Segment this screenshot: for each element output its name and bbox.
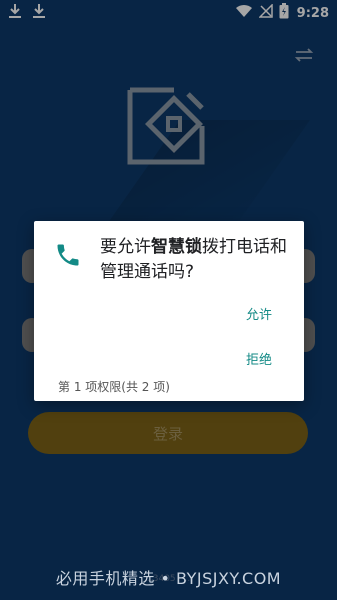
dialog-app-name: 智慧锁 (151, 237, 202, 257)
dialog-message-prefix: 要允许 (100, 237, 151, 257)
dialog-message: 要允许智慧锁拨打电话和管理通话吗? (100, 235, 296, 285)
deny-button[interactable]: 拒绝 (246, 349, 272, 368)
permission-dialog: 要允许智慧锁拨打电话和管理通话吗? 允许 拒绝 第 1 项权限(共 2 项) (34, 221, 304, 401)
permission-progress: 第 1 项权限(共 2 项) (58, 380, 170, 394)
phone-icon (54, 241, 82, 269)
allow-button[interactable]: 允许 (246, 304, 272, 323)
watermark-text: 必用手机精选 • BYJSJXY.COM (55, 569, 282, 588)
